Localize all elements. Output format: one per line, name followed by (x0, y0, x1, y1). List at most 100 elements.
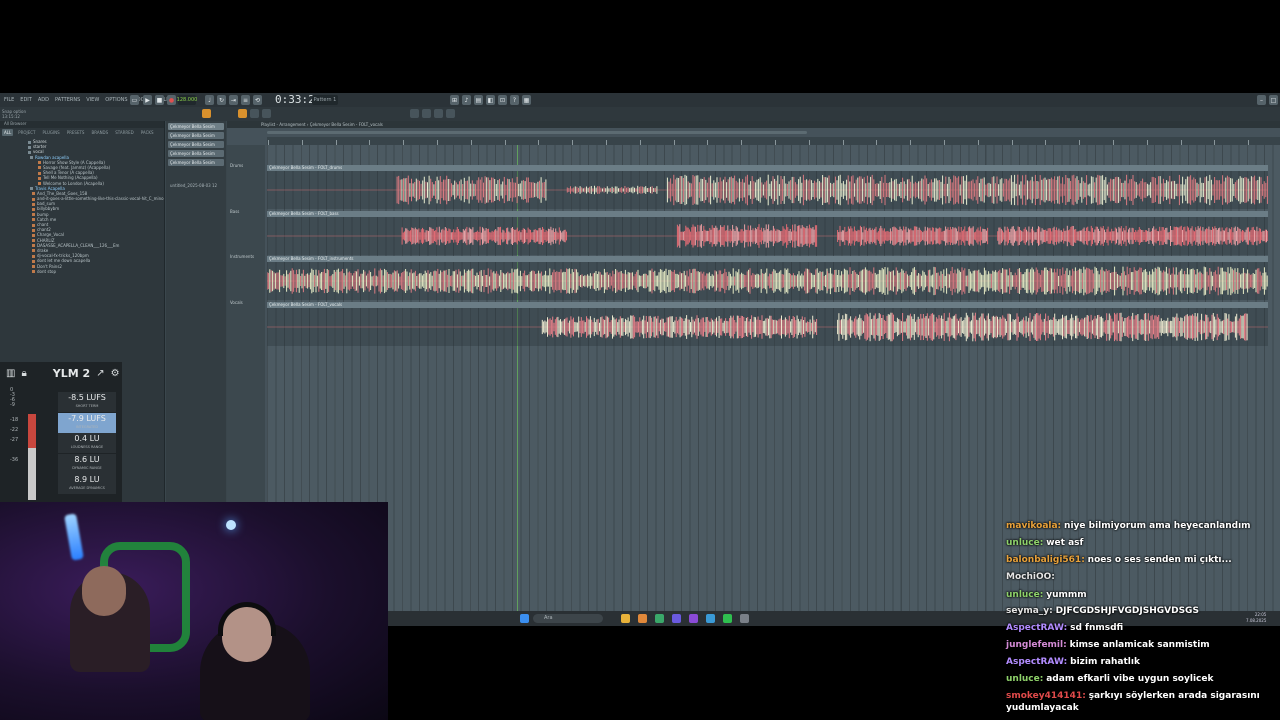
timeline-ruler[interactable] (267, 137, 1280, 145)
level-meter-fill (28, 414, 36, 449)
browser-tab-packs[interactable]: PACKS (139, 129, 156, 136)
browser-tab-project[interactable]: PROJECT (16, 129, 37, 136)
countdown-icon[interactable]: ⇥ (229, 95, 238, 105)
external-link-icon[interactable]: ↗ (96, 368, 104, 379)
menu-patterns[interactable]: PATTERNS (54, 97, 81, 103)
blend-icon[interactable]: ≡ (241, 95, 250, 105)
audio-clip[interactable]: Çekmeyor Bella Sesim - FOLT_drums (267, 165, 1268, 209)
menu-view[interactable]: VIEW (85, 97, 100, 103)
channel-button[interactable]: Çekmeyor Bella Sesim (168, 150, 224, 157)
chrome-icon[interactable] (655, 614, 664, 623)
zoom-tool-icon[interactable] (446, 109, 455, 118)
taskbar-search[interactable]: Ara (533, 614, 603, 623)
wait-icon[interactable]: ↻ (217, 95, 226, 105)
bars-icon[interactable]: ▥ (6, 368, 15, 379)
browser-tab-plugins[interactable]: PLUGINS (41, 129, 62, 136)
audio-clip[interactable]: Çekmeyor Bella Sesim - FOLT_bass (267, 211, 1268, 255)
channel-button[interactable]: Çekmeyor Bella Sesim (168, 123, 224, 130)
meter-scale-mark: -27 (10, 437, 19, 443)
menu-edit[interactable]: EDIT (19, 97, 33, 103)
loudness-value: 8.9 LU (74, 475, 100, 484)
browser-file[interactable]: dont stop (0, 269, 164, 274)
twitch-icon[interactable] (689, 614, 698, 623)
minimize-icon[interactable]: – (1257, 95, 1266, 105)
metronome-icon[interactable]: ♩ (205, 95, 214, 105)
slice-tool-icon[interactable] (422, 109, 431, 118)
discord-icon[interactable] (672, 614, 681, 623)
loudness-stat[interactable]: -8.5 LUFS SHORT TERM (58, 392, 116, 412)
loudness-stat[interactable]: -7.9 LUFS INTEGRATED (58, 412, 116, 433)
plugin-picker-icon[interactable]: ⊡ (498, 95, 507, 105)
chat-username[interactable]: AspectRAW: (1006, 623, 1067, 633)
channel-button[interactable]: Çekmeyor Bella Sesim (168, 132, 224, 139)
piano-roll-icon[interactable]: ♪ (462, 95, 471, 105)
channel-button[interactable]: Çekmeyor Bella Sesim (168, 159, 224, 166)
lock-icon[interactable]: 🔒︎ (21, 368, 26, 379)
chat-username[interactable]: MochiOO: (1006, 572, 1055, 582)
steam-icon[interactable] (706, 614, 715, 623)
loudness-stat[interactable]: 8.6 LU DYNAMIC RANGE (58, 453, 116, 474)
slip-tool-icon[interactable] (410, 109, 419, 118)
chat-username[interactable]: unluce: (1006, 590, 1043, 600)
channel-button[interactable]: Çekmeyor Bella Sesim (168, 141, 224, 148)
start-icon[interactable] (520, 614, 529, 623)
gear-icon[interactable]: ⚙ (111, 368, 120, 379)
delete-tool-icon[interactable] (250, 109, 259, 118)
track-name: Instruments (230, 254, 255, 259)
chat-username[interactable]: mavikoala: (1006, 521, 1061, 531)
app-icon[interactable] (740, 614, 749, 623)
paint-tool-icon[interactable] (238, 109, 247, 118)
pattern-selector[interactable]: Pattern 1 (312, 95, 338, 105)
channel-rack-icon[interactable]: ▤ (474, 95, 483, 105)
chat-message: unluce: yummm (1006, 589, 1276, 601)
loudness-stat[interactable]: 8.9 LU AVERAGE DYNAMICS (58, 474, 116, 494)
browser-tree: Snares starter vocal Rowdan acapella Horror … (0, 137, 164, 274)
chat-text: sd fnmsdfi (1070, 623, 1124, 633)
chat-message: seyma_y: DJFCGDSHJFVGDJSHGVDSGS (1006, 605, 1276, 617)
chat-text: kimse anlamicak sanmistim (1069, 640, 1210, 650)
tempo-display[interactable]: 128.000 (177, 95, 197, 105)
help-icon[interactable]: ? (510, 95, 519, 105)
stop-icon[interactable]: ■ (155, 95, 164, 105)
audio-clip[interactable]: Çekmeyor Bella Sesim - FOLT_vocals (267, 302, 1268, 346)
play-icon[interactable]: ▶ (143, 95, 152, 105)
draw-tool-icon[interactable] (202, 109, 211, 118)
cpu-icon[interactable]: ▦ (522, 95, 531, 105)
loop-icon[interactable]: ⟲ (253, 95, 262, 105)
select-tool-icon[interactable] (434, 109, 443, 118)
audio-clip[interactable]: Çekmeyor Bella Sesim - FOLT_instruments (267, 256, 1268, 300)
chat-username[interactable]: junglefemil: (1006, 640, 1067, 650)
loudness-label: INTEGRATED (75, 424, 99, 429)
chat-message: AspectRAW: bizim rahatlık (1006, 656, 1276, 668)
mute-tool-icon[interactable] (262, 109, 271, 118)
browser-tab-starred[interactable]: STARRED (113, 129, 136, 136)
file-explorer-icon[interactable] (621, 614, 630, 623)
browser-icon[interactable]: ◧ (486, 95, 495, 105)
waveform (267, 224, 1268, 248)
menu-options[interactable]: OPTIONS (104, 97, 128, 103)
browser-tab-brands[interactable]: BRANDS (89, 129, 110, 136)
chat-username[interactable]: smokey414141: (1006, 691, 1086, 701)
spotify-icon[interactable] (723, 614, 732, 623)
chat-username[interactable]: unluce: (1006, 674, 1043, 684)
browser-tab-presets[interactable]: PRESETS (65, 129, 87, 136)
ylm-header: ▥ 🔒︎ YLM 2 ↗ ⚙ (0, 362, 122, 384)
loudness-stat[interactable]: 0.4 LU LOUDNESS RANGE (58, 433, 116, 453)
menu-file[interactable]: FILE (3, 97, 15, 103)
mixer-icon[interactable]: ⊞ (450, 95, 459, 105)
chat-username[interactable]: unluce: (1006, 538, 1043, 548)
fl-studio-icon[interactable] (638, 614, 647, 623)
menu-add[interactable]: ADD (37, 97, 50, 103)
browser-tab-all[interactable]: ALL (2, 129, 14, 136)
record-icon[interactable]: ● (167, 95, 176, 105)
waveform (267, 174, 1268, 206)
chat-username[interactable]: seyma_y: (1006, 606, 1053, 616)
chat-username[interactable]: balonbaligi561: (1006, 555, 1085, 565)
maximize-icon[interactable]: □ (1269, 95, 1278, 105)
chat-message: MochiOO: (1006, 571, 1276, 583)
meter-scale: 0 -3 -6 -9 -18 -22 -27 -36 (10, 388, 22, 468)
secondary-toolbar: Snap option 13:15:12 (0, 107, 1280, 121)
pattern-song-toggle[interactable]: ▭ (130, 95, 139, 105)
playlist-scrollbar[interactable] (267, 131, 807, 134)
chat-username[interactable]: AspectRAW: (1006, 657, 1067, 667)
